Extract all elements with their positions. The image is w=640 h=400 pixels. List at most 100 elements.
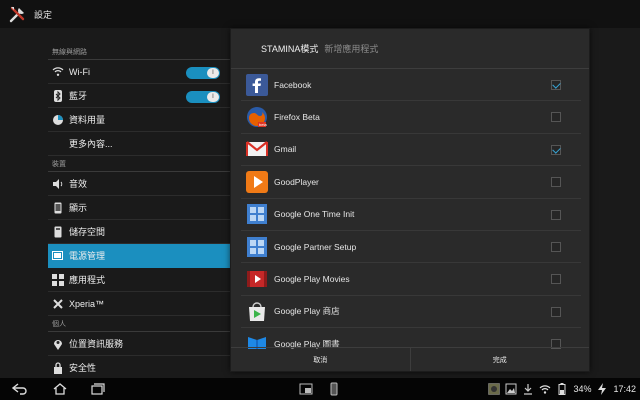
app-name: GoodPlayer [274, 176, 319, 187]
page-title: 設定 [34, 9, 53, 20]
settings-item-label: 儲存空間 [69, 227, 106, 237]
storage-icon [50, 224, 66, 240]
settings-tools-icon[interactable] [4, 0, 32, 28]
screenshot-icon [505, 383, 517, 395]
settings-item-label: 安全性 [69, 363, 97, 373]
app-list-item[interactable]: Google One Time Init [241, 199, 581, 231]
recent-apps-icon[interactable] [88, 381, 108, 397]
app-list-item[interactable]: Facebook [241, 69, 581, 102]
settings-item-label: 位置資訊服務 [69, 339, 124, 349]
stamina-mode-dialog: STAMINA模式 新增應用程式 Facebook beta Firefox Bet… [230, 28, 590, 372]
home-icon[interactable] [50, 381, 70, 397]
settings-item-data-usage[interactable]: 資料用量 [48, 108, 230, 132]
app-list-item[interactable]: Google Play 商店 [241, 296, 581, 329]
settings-item-sound[interactable]: 音效 [48, 172, 230, 196]
battery-icon [50, 248, 66, 264]
settings-item-location[interactable]: 位置資訊服務 [48, 332, 230, 356]
app-name: Facebook [274, 79, 312, 90]
settings-item-label: 更多內容... [69, 139, 113, 149]
small-apps-icon[interactable] [296, 381, 316, 397]
cancel-button[interactable]: 取消 [231, 348, 410, 371]
settings-item-apps[interactable]: 應用程式 [48, 268, 230, 292]
apps-icon [50, 272, 66, 288]
action-bar: 設定 [0, 0, 640, 28]
settings-item-bluetooth[interactable]: 藍牙 I [48, 84, 230, 108]
wifi-icon [50, 64, 66, 80]
app-list-item[interactable]: GoodPlayer [241, 166, 581, 199]
dialog-title-bar: STAMINA模式 新增應用程式 [231, 29, 589, 69]
app-list-item[interactable]: Google Play Movies [241, 263, 581, 296]
display-icon [50, 200, 66, 216]
app-list-item[interactable]: Gmail [241, 134, 581, 167]
settings-item-label: 資料用量 [69, 115, 106, 125]
app-checkbox[interactable] [551, 306, 561, 317]
app-list-item[interactable]: beta Firefox Beta [241, 101, 581, 134]
app-checkbox[interactable] [551, 274, 561, 285]
settings-item-more[interactable]: 更多內容... [48, 132, 230, 156]
section-header: 無線與網路 [48, 44, 230, 60]
settings-item-battery[interactable]: 電源管理 [48, 244, 230, 268]
app-name: Google Partner Setup [274, 241, 357, 252]
app-checkbox[interactable] [551, 144, 561, 155]
download-icon [522, 383, 534, 395]
goodplayer-icon [246, 170, 268, 193]
app-checkbox[interactable] [551, 80, 561, 90]
app-list-item[interactable]: Google Play 圖書 [241, 328, 581, 349]
done-button[interactable]: 完成 [409, 348, 590, 371]
sound-icon [50, 176, 66, 192]
svg-text:beta: beta [259, 122, 268, 127]
settings-item-wifi[interactable]: Wi-Fi I [48, 60, 230, 84]
toggle-switch[interactable]: I [186, 67, 220, 79]
toggle-switch[interactable]: I [186, 91, 220, 103]
app-name: Google Play Movies [274, 274, 350, 285]
app-checkbox[interactable] [551, 209, 561, 220]
play-store-icon [246, 300, 268, 322]
app-checkbox[interactable] [551, 112, 561, 123]
phone-remote-icon[interactable] [324, 381, 344, 397]
app-name: Firefox Beta [274, 112, 320, 123]
data-usage-icon [50, 112, 66, 128]
section-header: 個人 [48, 316, 230, 332]
settings-item-storage[interactable]: 儲存空間 [48, 220, 230, 244]
section-header: 裝置 [48, 156, 230, 172]
bluetooth-icon [50, 88, 66, 104]
back-icon[interactable] [10, 381, 30, 397]
settings-item-lock[interactable]: 安全性 [48, 356, 230, 380]
charging-icon [596, 383, 608, 395]
app-list[interactable]: Facebook beta Firefox Beta Gmail GoodPlayer G… [241, 69, 581, 349]
clock: 17:42 [613, 384, 636, 394]
xperia-icon [50, 296, 66, 312]
system-navigation-bar: 34% 17:42 [0, 378, 640, 400]
battery-percent: 34% [573, 384, 592, 394]
lock-icon [50, 360, 66, 376]
settings-item-label: 應用程式 [69, 275, 106, 285]
facebook-icon [246, 73, 268, 96]
settings-item-label: 顯示 [69, 203, 88, 213]
app-checkbox[interactable] [551, 177, 561, 188]
settings-list: 無線與網路 Wi-Fi I 藍牙 I 資料用量更多內容... 裝置 音效顯示儲存空間電源管理應… [48, 44, 230, 380]
dialog-button-bar: 取消 完成 [231, 347, 589, 371]
settings-item-label: Xperia™ [69, 298, 105, 309]
gmail-icon [246, 138, 268, 160]
app-name: Gmail [274, 144, 297, 155]
android-app-icon [246, 236, 268, 258]
app-name: Google One Time Init [274, 209, 355, 220]
app-name: Google Play 商店 [274, 306, 340, 317]
status-area[interactable]: 34% 17:42 [488, 381, 636, 397]
battery-status-icon [556, 383, 568, 395]
app-list-item[interactable]: Google Partner Setup [241, 231, 581, 264]
play-movies-icon [246, 268, 268, 290]
toggle-knob: I [207, 68, 219, 78]
notification-app-icon [488, 383, 501, 395]
settings-item-display[interactable]: 顯示 [48, 196, 230, 220]
wifi-signal-icon [539, 383, 551, 395]
settings-item-label: 電源管理 [69, 251, 106, 261]
dialog-title: STAMINA模式 [261, 44, 319, 54]
dialog-subtitle: 新增應用程式 [324, 44, 379, 54]
settings-item-xperia[interactable]: Xperia™ [48, 292, 230, 316]
location-icon [50, 336, 66, 352]
app-checkbox[interactable] [551, 241, 561, 252]
toggle-knob: I [207, 92, 219, 102]
android-app-icon [246, 203, 268, 225]
firefox-icon: beta [246, 106, 268, 128]
